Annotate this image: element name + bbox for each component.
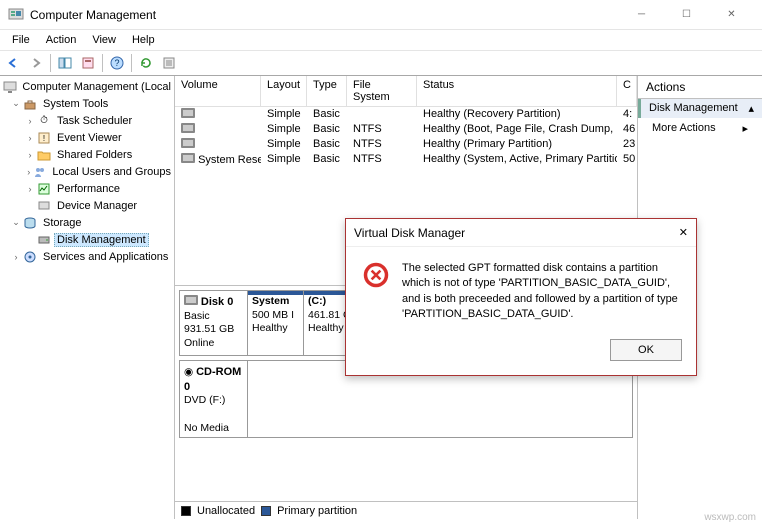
menu-action[interactable]: Action (38, 32, 85, 48)
table-header[interactable]: Volume Layout Type File System Status C (175, 76, 637, 107)
tree-root[interactable]: Computer Management (Local (0, 78, 174, 95)
folder-icon (36, 147, 52, 163)
volume-icon (181, 153, 195, 163)
partition-system[interactable]: System500 MB IHealthy (248, 291, 304, 355)
table-row[interactable]: System ReservedSimpleBasicNTFSHealthy (S… (175, 152, 637, 167)
disk-icon (36, 232, 52, 248)
col-layout[interactable]: Layout (261, 76, 307, 107)
tree-services[interactable]: ›Services and Applications (0, 248, 174, 265)
minimize-button[interactable]: ─ (619, 0, 664, 30)
menubar: File Action View Help (0, 30, 762, 50)
col-type[interactable]: Type (307, 76, 347, 107)
forward-button[interactable] (25, 52, 47, 74)
expand-icon[interactable]: › (24, 150, 36, 160)
help-button[interactable]: ? (106, 52, 128, 74)
tree-device-manager[interactable]: Device Manager (0, 197, 174, 214)
table-row[interactable]: SimpleBasicHealthy (Recovery Partition)4… (175, 107, 637, 122)
refresh-button[interactable] (135, 52, 157, 74)
event-icon: ! (36, 130, 52, 146)
storage-icon (22, 215, 38, 231)
tree-system-tools[interactable]: ⌄ System Tools (0, 95, 174, 112)
disk-icon (184, 295, 198, 305)
legend-swatch-unallocated (181, 506, 191, 516)
tree-local-users[interactable]: ›Local Users and Groups (0, 163, 174, 180)
disk-header[interactable]: Disk 0 Basic 931.51 GB Online (180, 291, 248, 355)
users-icon (33, 164, 47, 180)
menu-file[interactable]: File (4, 32, 38, 48)
titlebar: Computer Management ─ ☐ ✕ (0, 0, 762, 30)
toolbar-separator (50, 54, 51, 72)
svg-text:!: ! (43, 134, 45, 143)
tree-performance[interactable]: ›Performance (0, 180, 174, 197)
toolbar-separator (131, 54, 132, 72)
disk-header[interactable]: ◉ CD-ROM 0 DVD (F:) No Media (180, 361, 248, 437)
legend: Unallocated Primary partition (175, 501, 637, 519)
app-icon (8, 7, 24, 23)
error-dialog: Virtual Disk Manager ✕ The selected GPT … (345, 218, 697, 376)
tree-task-scheduler[interactable]: ›⏱Task Scheduler (0, 112, 174, 129)
show-hide-tree-button[interactable] (54, 52, 76, 74)
volume-icon (181, 123, 195, 133)
expand-icon[interactable]: › (24, 167, 33, 177)
volume-icon (181, 138, 195, 148)
tree-shared-folders[interactable]: ›Shared Folders (0, 146, 174, 163)
dialog-titlebar[interactable]: Virtual Disk Manager ✕ (346, 219, 696, 247)
performance-icon (36, 181, 52, 197)
tools-icon (22, 96, 38, 112)
properties-button[interactable] (77, 52, 99, 74)
expand-icon[interactable]: › (24, 116, 36, 126)
menu-help[interactable]: Help (124, 32, 163, 48)
close-icon[interactable]: ✕ (679, 226, 688, 239)
table-row[interactable]: SimpleBasicNTFSHealthy (Boot, Page File,… (175, 122, 637, 137)
expand-icon[interactable]: › (24, 184, 36, 194)
col-capacity[interactable]: C (617, 76, 637, 107)
navigation-tree[interactable]: Computer Management (Local ⌄ System Tool… (0, 76, 174, 519)
services-icon (22, 249, 38, 265)
menu-view[interactable]: View (84, 32, 124, 48)
legend-label-unallocated: Unallocated (197, 505, 255, 517)
computer-icon (2, 79, 17, 95)
legend-swatch-primary (261, 506, 271, 516)
window-title: Computer Management (30, 8, 619, 22)
actions-section[interactable]: Disk Management ▴ (638, 99, 762, 118)
collapse-icon[interactable]: ⌄ (10, 98, 22, 109)
optical-icon: ◉ (184, 366, 193, 378)
ok-button[interactable]: OK (610, 339, 682, 361)
svg-text:?: ? (114, 58, 119, 68)
dialog-message: The selected GPT formatted disk contains… (402, 261, 680, 323)
close-button[interactable]: ✕ (709, 0, 754, 30)
back-button[interactable] (2, 52, 24, 74)
collapse-icon[interactable]: ⌄ (10, 217, 22, 228)
toolbar: ? (0, 50, 762, 76)
device-icon (36, 198, 52, 214)
settings-button[interactable] (158, 52, 180, 74)
col-volume[interactable]: Volume (175, 76, 261, 107)
expand-icon[interactable]: › (24, 133, 36, 143)
col-status[interactable]: Status (417, 76, 617, 107)
toolbar-separator (102, 54, 103, 72)
tree-event-viewer[interactable]: ›!Event Viewer (0, 129, 174, 146)
actions-header: Actions (638, 76, 762, 99)
tree-storage[interactable]: ⌄Storage (0, 214, 174, 231)
tree-disk-management[interactable]: Disk Management (0, 231, 174, 248)
dialog-title: Virtual Disk Manager (354, 226, 679, 240)
error-icon (362, 261, 390, 289)
col-filesystem[interactable]: File System (347, 76, 417, 107)
chevron-up-icon[interactable]: ▴ (748, 102, 754, 115)
table-row[interactable]: SimpleBasicNTFSHealthy (Primary Partitio… (175, 137, 637, 152)
chevron-right-icon: ▸ (742, 122, 748, 135)
clock-icon: ⏱ (36, 113, 52, 129)
expand-icon[interactable]: › (10, 252, 22, 262)
watermark: wsxwp.com (704, 512, 756, 523)
legend-label-primary: Primary partition (277, 505, 357, 517)
actions-more[interactable]: More Actions ▸ (638, 118, 762, 138)
maximize-button[interactable]: ☐ (664, 0, 709, 30)
volume-icon (181, 108, 195, 118)
